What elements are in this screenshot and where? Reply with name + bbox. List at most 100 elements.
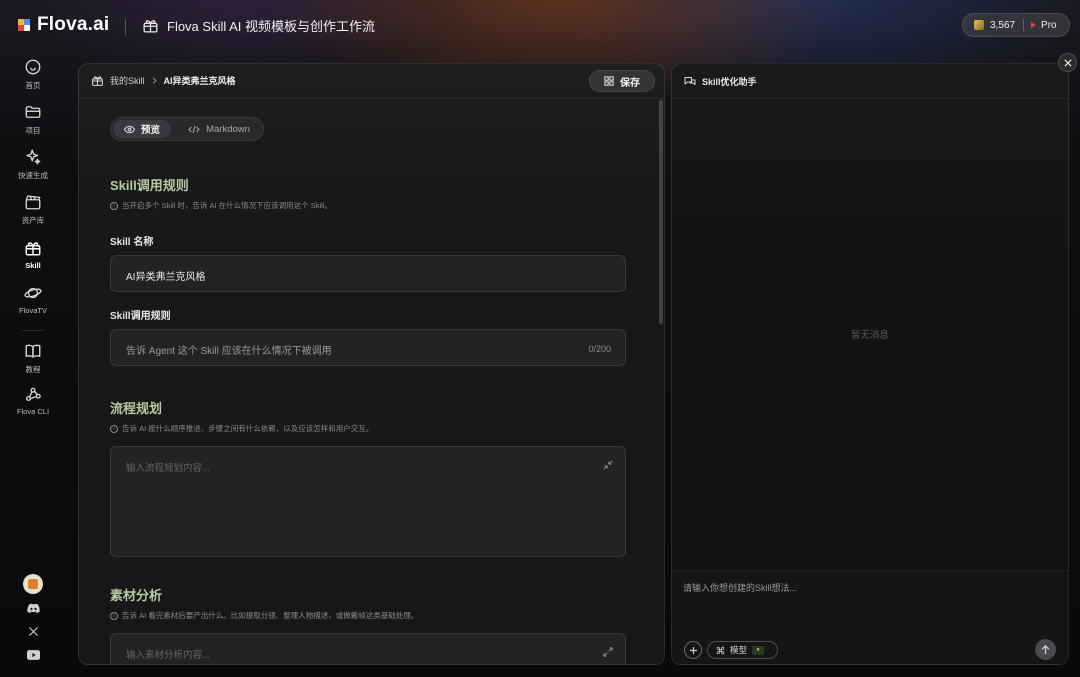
sparkle-icon bbox=[26, 149, 41, 165]
info-icon: i bbox=[110, 201, 118, 210]
chat-title-text: Skill优化助手 bbox=[702, 77, 757, 87]
plan-label: Pro bbox=[1041, 19, 1057, 31]
youtube-link[interactable] bbox=[0, 650, 66, 660]
credits-separator bbox=[1023, 19, 1025, 31]
invoke-rule-label: Skill调用规则 bbox=[110, 311, 171, 322]
section-hint: i 当开启多个 Skill 时，告诉 AI 在什么情况下应该调用这个 Skill… bbox=[110, 200, 332, 211]
sidebar-item-assets[interactable]: 资产库 bbox=[0, 193, 66, 226]
youtube-icon bbox=[26, 650, 40, 660]
plus-icon bbox=[689, 646, 697, 654]
avatar[interactable] bbox=[23, 574, 43, 594]
editor-scrollbar[interactable] bbox=[659, 100, 663, 324]
expand-icon[interactable] bbox=[603, 647, 613, 657]
flow-planning-textarea[interactable]: 输入流程规划内容... bbox=[110, 446, 626, 557]
section-title-asset-analysis: 素材分析 bbox=[110, 588, 163, 603]
sidebar-item-projects[interactable]: 项目 bbox=[0, 103, 66, 136]
sidebar-item-label: 首页 bbox=[25, 81, 41, 90]
flova-logo-icon bbox=[18, 19, 30, 31]
credits-coin-icon bbox=[974, 20, 984, 30]
sidebar-item-label: 资产库 bbox=[21, 216, 45, 225]
info-icon: i bbox=[110, 424, 118, 433]
sidebar-divider bbox=[22, 330, 44, 331]
info-icon: i bbox=[110, 611, 118, 620]
tab-preview[interactable]: 预览 bbox=[113, 120, 171, 138]
breadcrumb-current: AI异类弗兰克风格 bbox=[163, 76, 236, 86]
x-link[interactable] bbox=[0, 626, 66, 637]
app-title-text: Flova Skill AI 视频模板与创作工作流 bbox=[167, 19, 376, 34]
book-icon bbox=[25, 344, 41, 358]
user-avatar-wrap[interactable] bbox=[0, 574, 66, 594]
add-attachment-button[interactable] bbox=[684, 641, 702, 659]
chat-header: Skill优化助手 bbox=[672, 64, 1068, 99]
chevron-right-icon bbox=[152, 77, 157, 84]
skill-assistant-panel: Skill优化助手 暂无消息 请输入你想创建的Skill想法... 模型 ● bbox=[671, 63, 1069, 665]
credits-badge[interactable]: 3,567 Pro bbox=[962, 13, 1070, 37]
tab-preview-label: 预览 bbox=[140, 125, 160, 136]
skill-name-input[interactable]: AI异类弗兰克风格 bbox=[110, 255, 626, 292]
sidebar-item-flova-cli[interactable]: Flova CLI bbox=[0, 385, 66, 416]
sidebar-item-label: FlovaTV bbox=[19, 306, 47, 315]
char-counter: 0/200 bbox=[588, 344, 611, 354]
close-panel-button[interactable] bbox=[1058, 53, 1077, 72]
top-bar: Flova.ai Flova Skill AI 视频模板与创作工作流 3,567… bbox=[0, 0, 1080, 52]
invoke-rule-input[interactable]: 告诉 Agent 这个 Skill 应该在什么情况下被调用 0/200 bbox=[110, 329, 626, 366]
discord-icon bbox=[26, 603, 40, 614]
sidebar-item-home[interactable]: 首页 bbox=[0, 58, 66, 91]
section-hint: i 告诉 AI 看完素材后要产出什么。比如提取分镜、整理人物描述，或做戴帧这类基… bbox=[110, 610, 418, 621]
send-button[interactable] bbox=[1035, 639, 1056, 660]
sidebar-item-skill[interactable]: Skill bbox=[0, 239, 66, 270]
chat-bubbles-icon bbox=[684, 77, 696, 85]
chat-title: Skill优化助手 bbox=[684, 75, 757, 88]
sidebar-item-label: Flova CLI bbox=[16, 407, 50, 416]
chat-input-placeholder: 请输入你想创建的Skill想法... bbox=[683, 583, 798, 593]
home-icon bbox=[25, 59, 41, 75]
node-graph-icon bbox=[25, 387, 41, 402]
gift-box-icon bbox=[143, 20, 158, 33]
skill-editor-panel: 我的Skill AI异类弗兰克风格 保存 预览 Markdown Skill调用… bbox=[78, 63, 665, 665]
empty-state-text: 暂无消息 bbox=[850, 330, 889, 341]
tab-markdown-label: Markdown bbox=[206, 123, 250, 135]
gift-box-icon bbox=[92, 76, 103, 86]
credits-count: 3,567 bbox=[990, 19, 1016, 31]
collapse-icon[interactable] bbox=[603, 460, 613, 470]
discord-link[interactable] bbox=[0, 603, 66, 614]
command-icon bbox=[716, 646, 725, 654]
brand-name: Flova.ai bbox=[37, 14, 110, 35]
grid-save-icon bbox=[604, 76, 614, 86]
section-hint-text: 当开启多个 Skill 时，告诉 AI 在什么情况下应该调用这个 Skill。 bbox=[122, 201, 333, 210]
invoke-rule-placeholder: 告诉 Agent 这个 Skill 应该在什么情况下被调用 bbox=[126, 346, 332, 357]
save-button-label: 保存 bbox=[620, 77, 640, 89]
sidebar-item-tutorial[interactable]: 教程 bbox=[0, 342, 66, 375]
section-hint: i 告诉 AI 按什么顺序推进、步骤之间有什么依赖，以及应该怎样和用户交互。 bbox=[110, 423, 373, 434]
sidebar-item-label: 项目 bbox=[25, 126, 41, 135]
model-label: 模型 bbox=[730, 645, 748, 655]
section-title-invoke-rules: Skill调用规则 bbox=[110, 178, 189, 193]
model-status-icon: ● bbox=[752, 645, 765, 655]
asset-analysis-placeholder: 输入素材分析内容... bbox=[126, 650, 210, 661]
model-selector-button[interactable]: 模型 ● bbox=[707, 641, 778, 659]
clapperboard-icon bbox=[25, 195, 41, 210]
planet-icon bbox=[24, 287, 42, 299]
sidebar-item-label: Skill bbox=[25, 261, 41, 270]
skill-name-label: Skill 名称 bbox=[110, 237, 154, 248]
avatar-gift-icon bbox=[28, 579, 38, 589]
flow-planning-placeholder: 输入流程规划内容... bbox=[126, 463, 210, 474]
code-icon bbox=[188, 125, 200, 133]
save-button[interactable]: 保存 bbox=[589, 70, 655, 92]
asset-analysis-textarea[interactable]: 输入素材分析内容... bbox=[110, 633, 626, 664]
breadcrumb-root[interactable]: 我的Skill bbox=[110, 74, 145, 87]
section-title-flow-planning: 流程规划 bbox=[110, 401, 163, 416]
section-hint-text: 告诉 AI 按什么顺序推进、步骤之间有什么依赖，以及应该怎样和用户交互。 bbox=[122, 424, 374, 433]
sidebar-item-label: 快速生成 bbox=[18, 171, 48, 180]
sidebar: 首页 项目 快速生成 资产库 Skill FlovaTV 教程 Flova CL… bbox=[0, 52, 66, 677]
eye-icon bbox=[123, 125, 135, 133]
sidebar-item-quick-generate[interactable]: 快速生成 bbox=[0, 148, 66, 181]
arrow-up-icon bbox=[1041, 644, 1050, 654]
chat-input-area[interactable]: 请输入你想创建的Skill想法... 模型 ● bbox=[672, 570, 1068, 664]
sidebar-item-flovatv[interactable]: FlovaTV bbox=[0, 284, 66, 315]
brand-logo[interactable]: Flova.ai bbox=[18, 14, 109, 36]
skill-name-value: AI异类弗兰克风格 bbox=[126, 272, 206, 283]
tab-markdown[interactable]: Markdown bbox=[177, 120, 261, 138]
section-hint-text: 告诉 AI 看完素材后要产出什么。比如提取分镜、整理人物描述，或做戴帧这类基础处… bbox=[122, 611, 419, 620]
top-divider bbox=[125, 19, 126, 35]
